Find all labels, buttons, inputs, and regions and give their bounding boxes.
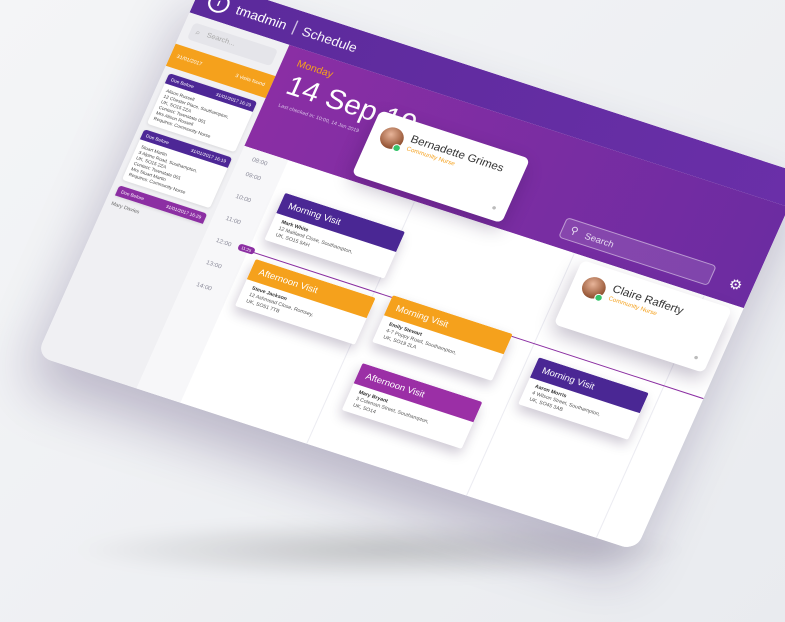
filter-date: 31/01/2017 [175,53,203,68]
online-status-dot [390,143,403,154]
time-label: 08:00 [250,157,269,168]
location-pin-icon: ● [691,352,701,363]
visit-card[interactable]: Afternoon Visit Mary Bryant 3 Coleman St… [341,363,483,449]
title-separator: | [289,18,301,36]
staff-avatar [578,274,610,303]
time-label: 11:00 [224,215,242,227]
stage: i tmadmin | Schedule Search... 31/01/201… [0,0,785,622]
staff-avatar [376,124,408,154]
time-label: 14:00 [195,282,213,293]
time-label: 12:00 [214,237,233,249]
due-date: 31/01/2017 16:29 [165,203,203,220]
tablet-screen: i tmadmin | Schedule Search... 31/01/201… [36,0,785,551]
visit-card[interactable]: Morning Visit Emily Stewart 4-7 Poppy Ro… [372,295,513,381]
info-icon[interactable]: i [204,0,233,16]
search-placeholder: Search [583,230,616,250]
due-label: Due Before [120,189,145,202]
search-icon: ⚲ [568,225,580,238]
visit-count: 3 visits found [234,72,266,88]
online-status-dot [592,292,605,303]
visit-card[interactable]: Afternoon Visit Steve Jackson 12 Ashmead… [234,258,376,345]
page-title: Schedule [299,23,360,55]
time-label: 09:00 [244,171,262,183]
time-label: 10:00 [234,193,252,205]
time-label: 13:00 [204,260,223,271]
location-pin-icon: ● [489,202,499,213]
visit-card[interactable]: Morning Visit Aaron Morris 4 Wilson Stre… [518,357,649,440]
app-brand: tmadmin [233,1,290,32]
visit-card[interactable]: Morning Visit Mark White 12 Maitland Clo… [264,192,406,279]
